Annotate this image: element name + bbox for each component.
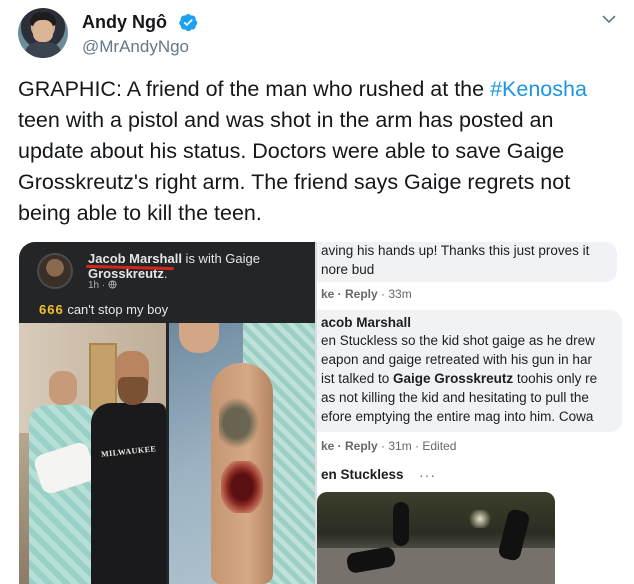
verified-icon <box>179 14 198 32</box>
more-options-icon: ··· <box>419 467 436 483</box>
comment-line: eapon and gaige retreated with his gun i… <box>321 352 592 367</box>
avatar-body <box>24 42 62 58</box>
hospital-photo: MILWAUKEE <box>19 323 166 584</box>
video-figure <box>393 502 409 546</box>
facebook-post-screenshot: Jacob Marshall is with Gaige Grosskreutz.… <box>19 242 315 584</box>
tweet-media-image[interactable]: Jacob Marshall is with Gaige Grosskreutz.… <box>19 242 622 584</box>
poster-avatar <box>37 253 73 289</box>
post-time-text: 1h · <box>88 280 109 291</box>
comment-bubble: acob Marshall en Stuckless so the kid sh… <box>317 310 622 432</box>
commenter-name: acob Marshall <box>321 315 412 330</box>
post-caption: 666 can't stop my boy <box>39 302 168 317</box>
caret-down-icon[interactable] <box>602 12 616 26</box>
emoji-666: 666 <box>39 302 64 317</box>
tweet-text: GRAPHIC: A friend of the man who rushed … <box>18 74 618 229</box>
author-avatar[interactable] <box>18 8 68 58</box>
comment-line: efore emptying the entire mag into him. … <box>321 409 594 424</box>
poster-name: Jacob Marshall <box>88 251 182 266</box>
next-commenter-name: en Stuckless <box>321 467 404 482</box>
comment-line: as not killing the kid and hesitating to… <box>321 390 589 405</box>
arm-wound <box>221 461 263 513</box>
with-text: is with Gaige <box>181 251 260 266</box>
comment-line: nore bud <box>321 262 375 277</box>
comment-time: · 31m · Edited <box>377 439 457 453</box>
comment-line: aving his hands up! Thanks this just pro… <box>321 243 590 258</box>
comment-actions: ke · Reply <box>321 439 378 453</box>
friend-beard <box>118 377 148 405</box>
facebook-comments-screenshot: aving his hands up! Thanks this just pro… <box>317 242 622 584</box>
tweet-text-body: teen with a pistol and was shot in the a… <box>18 108 571 225</box>
tweet-header: Andy Ngô @MrAndyNgo <box>18 6 618 62</box>
arm-photo-hand <box>179 323 219 353</box>
author-display-name[interactable]: Andy Ngô <box>82 12 167 33</box>
tweet-text-intro: GRAPHIC: A friend of the man who rushed … <box>18 77 485 101</box>
globe-icon <box>108 280 117 289</box>
patient-head <box>49 371 77 405</box>
post-time: 1h · <box>88 280 117 291</box>
comment-bubble: aving his hands up! Thanks this just pro… <box>317 242 617 282</box>
hashtag-link[interactable]: #Kenosha <box>490 77 587 101</box>
comment-time: · 33m <box>377 287 412 301</box>
comment-line: ist talked to Gaige Grosskreutz toohis o… <box>321 370 597 388</box>
bold-name: Gaige Grosskreutz <box>393 371 514 386</box>
friend-shirt: MILWAUKEE <box>91 403 166 584</box>
comment-line-end: toohis only re <box>513 371 598 386</box>
patient-gown <box>29 405 97 584</box>
comment-line-start: ist talked to <box>321 371 394 386</box>
comment-meta: ke · Reply · 33m <box>321 287 412 301</box>
video-thumbnail <box>317 492 555 584</box>
avatar-face <box>33 20 53 42</box>
comment-meta: ke · Reply · 31m · Edited <box>321 439 456 453</box>
caption-text: can't stop my boy <box>63 302 169 317</box>
shirt-text: MILWAUKEE <box>100 444 157 459</box>
comment-line: en Stuckless so the kid shot gaige as he… <box>321 333 595 348</box>
wounded-arm-photo <box>169 323 315 584</box>
author-handle[interactable]: @MrAndyNgo <box>82 37 189 57</box>
video-light <box>467 510 493 528</box>
comment-actions: ke · Reply <box>321 287 378 301</box>
arm-tattoo <box>219 393 263 453</box>
